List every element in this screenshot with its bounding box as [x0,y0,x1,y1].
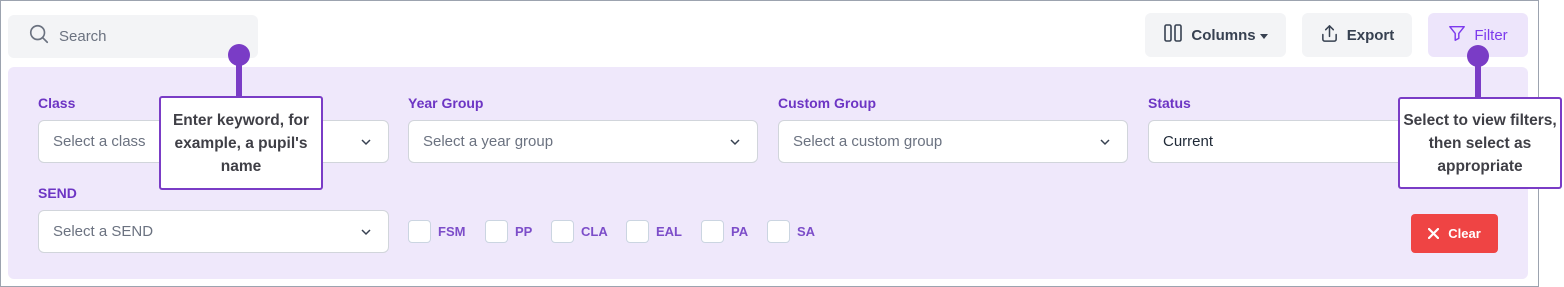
checkbox-cla[interactable]: CLA [551,219,608,243]
checkbox-pp[interactable]: PP [485,219,532,243]
chevron-down-icon [1100,139,1110,146]
callout-pointer-dot [228,44,250,66]
checkbox-box[interactable] [701,219,724,243]
send-select[interactable]: Select a SEND [38,210,389,253]
search-input[interactable] [59,28,239,45]
checkbox-label: EAL [656,223,682,239]
export-label: Export [1346,26,1395,44]
send-select-value: Select a SEND [53,223,154,240]
clear-label: Clear [1448,226,1481,241]
status-select-value: Current [1163,133,1214,150]
search-icon [28,23,50,50]
checkbox-pa[interactable]: PA [701,219,748,243]
class-label: Class [38,95,76,111]
filter-icon [1448,24,1474,46]
chevron-down-icon [730,139,740,146]
clear-button[interactable]: Clear [1411,214,1498,253]
checkbox-box[interactable] [408,219,431,243]
year-group-select-value: Select a year group [423,133,554,150]
send-label: SEND [38,185,77,201]
checkbox-box[interactable] [551,219,574,243]
columns-icon [1163,23,1191,47]
export-button[interactable]: Export [1302,13,1412,57]
search-hint-text: Enter keyword, for example, a pupil's na… [172,111,310,175]
year-group-select[interactable]: Select a year group [408,120,758,163]
checkbox-label: CLA [581,223,608,239]
columns-label: Columns [1191,26,1256,44]
checkbox-box[interactable] [626,219,649,243]
filter-label: Filter [1474,26,1508,44]
filter-hint-text: Select to view filters, then select as a… [1403,111,1557,175]
checkbox-label: PP [515,223,533,239]
close-icon [1428,228,1440,239]
filter-hint-callout: Select to view filters, then select as a… [1398,97,1562,189]
custom-group-label: Custom Group [778,95,876,111]
checkbox-box[interactable] [767,219,790,243]
checkbox-eal[interactable]: EAL [626,219,682,243]
chevron-down-icon [361,229,371,236]
checkbox-label: SA [797,223,816,239]
columns-button[interactable]: Columns [1145,13,1286,57]
checkbox-sa[interactable]: SA [767,219,815,243]
checkbox-fsm[interactable]: FSM [408,219,465,243]
search-box[interactable] [8,15,258,58]
checkbox-label: PA [731,223,749,239]
export-icon [1320,24,1347,47]
year-group-label: Year Group [408,95,484,111]
custom-group-select-value: Select a custom group [793,133,943,150]
chevron-down-icon [361,139,371,146]
callout-pointer-dot [1467,45,1489,67]
custom-group-select[interactable]: Select a custom group [778,120,1128,163]
status-label: Status [1148,95,1191,111]
caret-down-icon [1259,33,1268,39]
checkbox-box[interactable] [485,219,508,243]
search-hint-callout: Enter keyword, for example, a pupil's na… [159,96,323,190]
checkbox-label: FSM [438,223,466,239]
class-select-value: Select a class [53,133,146,150]
